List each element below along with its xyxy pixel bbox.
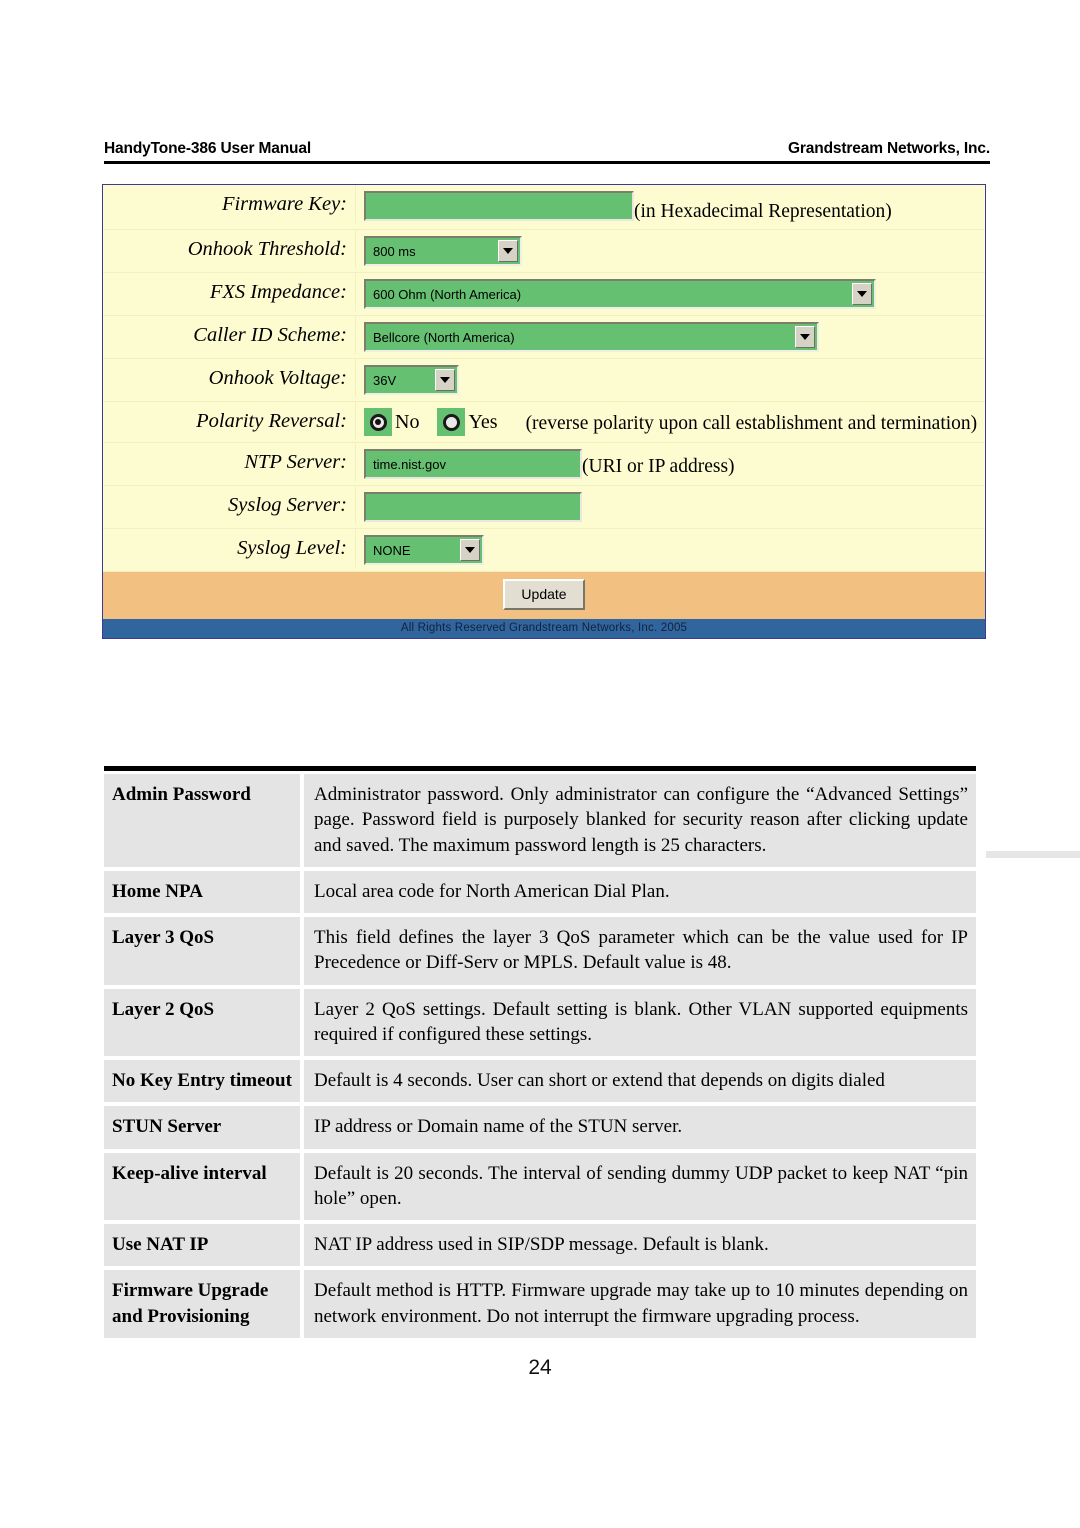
page-running-header: HandyTone-386 User Manual Grandstream Ne… (104, 140, 990, 158)
label-polarity-reversal: Polarity Reversal: (103, 402, 356, 441)
config-row-onhook-voltage: Onhook Voltage: 36V (103, 359, 985, 403)
onhook-voltage-value: 36V (373, 372, 397, 388)
radio-dot-selected-icon (369, 413, 387, 431)
scan-artifact (986, 851, 1080, 858)
onhook-threshold-select[interactable]: 800 ms (364, 236, 522, 267)
device-config-panel: Firmware Key: (in Hexadecimal Representa… (102, 184, 986, 640)
config-row-firmware-key: Firmware Key: (in Hexadecimal Representa… (103, 185, 985, 231)
setting-description: IP address or Domain name of the STUN se… (304, 1106, 976, 1149)
hint-polarity-reversal: (reverse polarity upon call establishmen… (525, 413, 978, 435)
chevron-down-icon (852, 283, 872, 306)
setting-name: No Key Entry timeout (104, 1060, 300, 1103)
setting-name: STUN Server (104, 1106, 300, 1149)
config-row-caller-id-scheme: Caller ID Scheme: Bellcore (North Americ… (103, 316, 985, 360)
setting-description: Default is 4 seconds. User can short or … (304, 1060, 976, 1103)
radio-button-yes[interactable] (437, 408, 466, 437)
config-panel-copyright-footer: All Rights Reserved Grandstream Networks… (103, 619, 985, 639)
field-polarity-reversal: No Yes (reverse polarity upon call estab… (356, 402, 985, 442)
hint-ntp-server: (URI or IP address) (582, 456, 735, 478)
syslog-level-select[interactable]: NONE (364, 535, 484, 566)
radio-label-no: No (395, 410, 420, 433)
label-syslog-server: Syslog Server: (103, 486, 356, 525)
setting-description: This field defines the layer 3 QoS param… (304, 917, 976, 985)
field-onhook-threshold: 800 ms (356, 230, 985, 272)
label-onhook-threshold: Onhook Threshold: (103, 230, 356, 269)
onhook-voltage-select[interactable]: 36V (364, 365, 459, 396)
radio-button-no[interactable] (364, 408, 392, 437)
label-syslog-level: Syslog Level: (103, 529, 356, 568)
syslog-server-input[interactable] (364, 492, 582, 523)
chevron-down-icon (460, 539, 480, 562)
field-caller-id-scheme: Bellcore (North America) (356, 316, 985, 358)
hint-firmware-key: (in Hexadecimal Representation) (634, 201, 892, 222)
radio-label-yes: Yes (468, 410, 498, 433)
config-row-ntp-server: NTP Server: time.nist.gov (URI or IP add… (103, 443, 985, 487)
chevron-down-icon (795, 326, 815, 349)
table-row: Firmware Upgrade and Provisioning Defaul… (104, 1270, 976, 1338)
table-row: Layer 2 QoS Layer 2 QoS settings. Defaul… (104, 988, 976, 1057)
field-onhook-voltage: 36V (356, 359, 985, 401)
setting-name: Keep-alive interval (104, 1152, 300, 1221)
config-row-syslog-server: Syslog Server: (103, 486, 985, 530)
label-ntp-server: NTP Server: (103, 443, 356, 482)
update-button[interactable]: Update (503, 579, 585, 611)
table-row: Layer 3 QoS This field defines the layer… (104, 917, 976, 985)
polarity-reversal-option-yes[interactable]: Yes (437, 408, 498, 437)
field-fxs-impedance: 600 Ohm (North America) (356, 273, 985, 315)
field-firmware-key: (in Hexadecimal Representation) (356, 185, 985, 229)
setting-description: Default method is HTTP. Firmware upgrade… (304, 1270, 976, 1338)
table-row: Home NPA Local area code for North Ameri… (104, 870, 976, 914)
caller-id-scheme-select[interactable]: Bellcore (North America) (364, 322, 819, 353)
fxs-impedance-value: 600 Ohm (North America) (373, 286, 522, 302)
ntp-server-input[interactable]: time.nist.gov (364, 449, 582, 480)
chevron-down-icon (498, 240, 518, 263)
setting-description: NAT IP address used in SIP/SDP message. … (304, 1224, 976, 1267)
company-name: Grandstream Networks, Inc. (788, 140, 990, 157)
caller-id-scheme-value: Bellcore (North America) (373, 329, 515, 345)
label-fxs-impedance: FXS Impedance: (103, 273, 356, 312)
firmware-key-input[interactable] (364, 191, 634, 221)
config-row-fxs-impedance: FXS Impedance: 600 Ohm (North America) (103, 273, 985, 317)
page-number: 24 (528, 1356, 552, 1379)
field-ntp-server: time.nist.gov (URI or IP address) (356, 443, 985, 485)
table-row: STUN Server IP address or Domain name of… (104, 1106, 976, 1149)
setting-name: Use NAT IP (104, 1224, 300, 1267)
polarity-reversal-option-no[interactable]: No (364, 408, 420, 437)
setting-name: Layer 2 QoS (104, 988, 300, 1057)
syslog-level-value: NONE (373, 542, 411, 558)
table-row: Admin Password Administrator password. O… (104, 774, 976, 867)
table-row: Use NAT IP NAT IP address used in SIP/SD… (104, 1224, 976, 1267)
table-row: Keep-alive interval Default is 20 second… (104, 1152, 976, 1221)
table-row: No Key Entry timeout Default is 4 second… (104, 1060, 976, 1103)
header-divider-rule (104, 161, 990, 164)
manual-title: HandyTone-386 User Manual (104, 140, 311, 157)
setting-description: Administrator password. Only administrat… (304, 774, 976, 867)
setting-description: Default is 20 seconds. The interval of s… (304, 1152, 976, 1221)
label-caller-id-scheme: Caller ID Scheme: (103, 316, 356, 355)
setting-name: Layer 3 QoS (104, 917, 300, 985)
field-syslog-level: NONE (356, 529, 985, 571)
setting-name: Home NPA (104, 870, 300, 914)
update-button-band: Update (103, 572, 985, 620)
setting-name: Firmware Upgrade and Provisioning (104, 1270, 300, 1338)
setting-description: Local area code for North American Dial … (304, 870, 976, 914)
radio-dot-unselected-icon (442, 413, 460, 431)
label-onhook-voltage: Onhook Voltage: (103, 359, 356, 398)
field-syslog-server (356, 486, 985, 528)
fxs-impedance-select[interactable]: 600 Ohm (North America) (364, 279, 876, 310)
onhook-threshold-value: 800 ms (373, 243, 416, 259)
config-row-onhook-threshold: Onhook Threshold: 800 ms (103, 230, 985, 274)
config-row-polarity-reversal: Polarity Reversal: No Yes (reverse polar… (103, 402, 985, 444)
chevron-down-icon (435, 369, 455, 392)
settings-description-table: Admin Password Administrator password. O… (104, 766, 976, 1338)
setting-name: Admin Password (104, 774, 300, 867)
config-row-syslog-level: Syslog Level: NONE (103, 529, 985, 573)
setting-description: Layer 2 QoS settings. Default setting is… (304, 988, 976, 1057)
label-firmware-key: Firmware Key: (103, 185, 356, 223)
